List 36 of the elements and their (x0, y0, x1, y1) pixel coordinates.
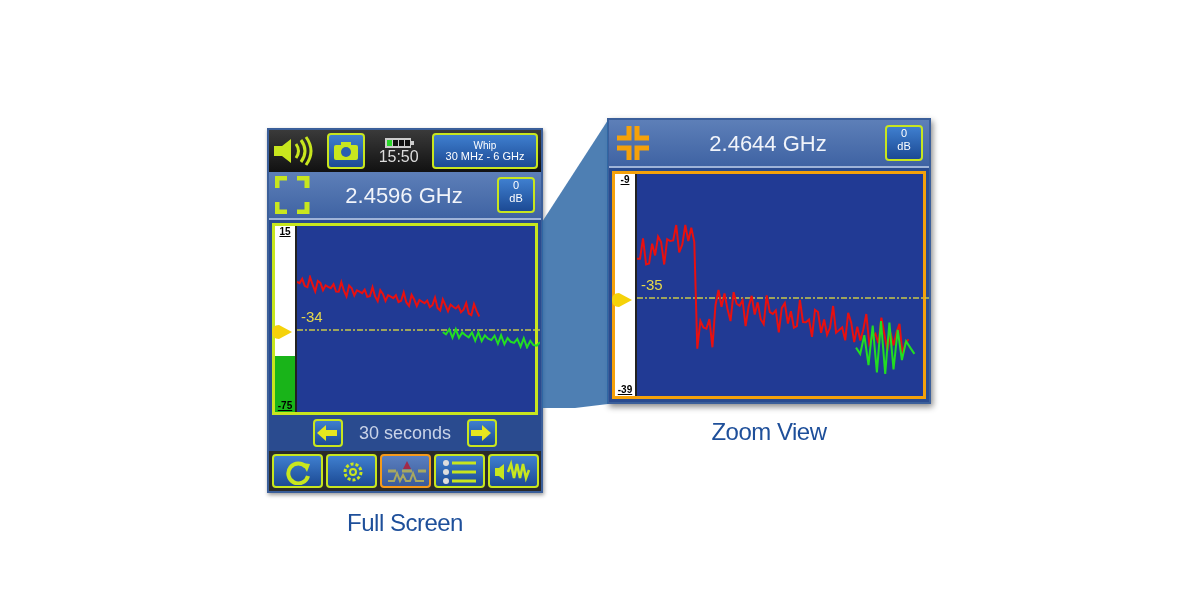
toolbar-button[interactable] (487, 454, 539, 488)
expand-icon[interactable] (275, 176, 311, 214)
threshold-marker-icon[interactable] (611, 292, 633, 309)
gain-value: 0 (899, 127, 909, 140)
battery-icon (383, 137, 414, 149)
toolbar-button[interactable] (433, 454, 485, 488)
gain-unit: dB (896, 140, 912, 153)
speaker-icon[interactable] (272, 136, 314, 166)
gain-button[interactable]: 0 dB (497, 177, 535, 213)
clock-time: 15:50 (378, 149, 419, 165)
toolbar-button[interactable] (271, 454, 323, 488)
antenna-name: Whip (473, 140, 497, 151)
toolbar-button[interactable] (379, 454, 431, 488)
antenna-button[interactable]: Whip 30 MHz - 6 GHz (432, 133, 538, 169)
caption: Full Screen (347, 508, 463, 538)
frequency-range: 30 MHz - 6 GHz (444, 151, 526, 162)
gain-button[interactable]: 0 dB (885, 125, 923, 161)
gain-unit: dB (508, 192, 524, 205)
frequency-readout: 2.4644 GHz (709, 129, 827, 158)
time-span-label: 30 seconds (358, 421, 452, 445)
caption: Zoom View (711, 417, 827, 447)
scale-max-label: 15 (278, 226, 292, 238)
frequency-readout: 2.4596 GHz (345, 181, 463, 210)
collapse-icon[interactable] (615, 124, 651, 162)
scale-min-label: -75 (276, 400, 294, 412)
toolbar-button[interactable] (325, 454, 377, 488)
previous-button[interactable] (312, 419, 343, 447)
camera-icon (333, 141, 360, 161)
scale-max-label: -9 (619, 174, 631, 186)
scale-min-label: -39 (616, 384, 634, 396)
next-button[interactable] (467, 419, 498, 447)
threshold-label: -35 (641, 275, 663, 296)
threshold-label: -34 (301, 307, 323, 328)
threshold-marker-icon[interactable] (271, 324, 293, 341)
camera-button[interactable] (327, 133, 366, 169)
gain-value: 0 (511, 179, 521, 192)
